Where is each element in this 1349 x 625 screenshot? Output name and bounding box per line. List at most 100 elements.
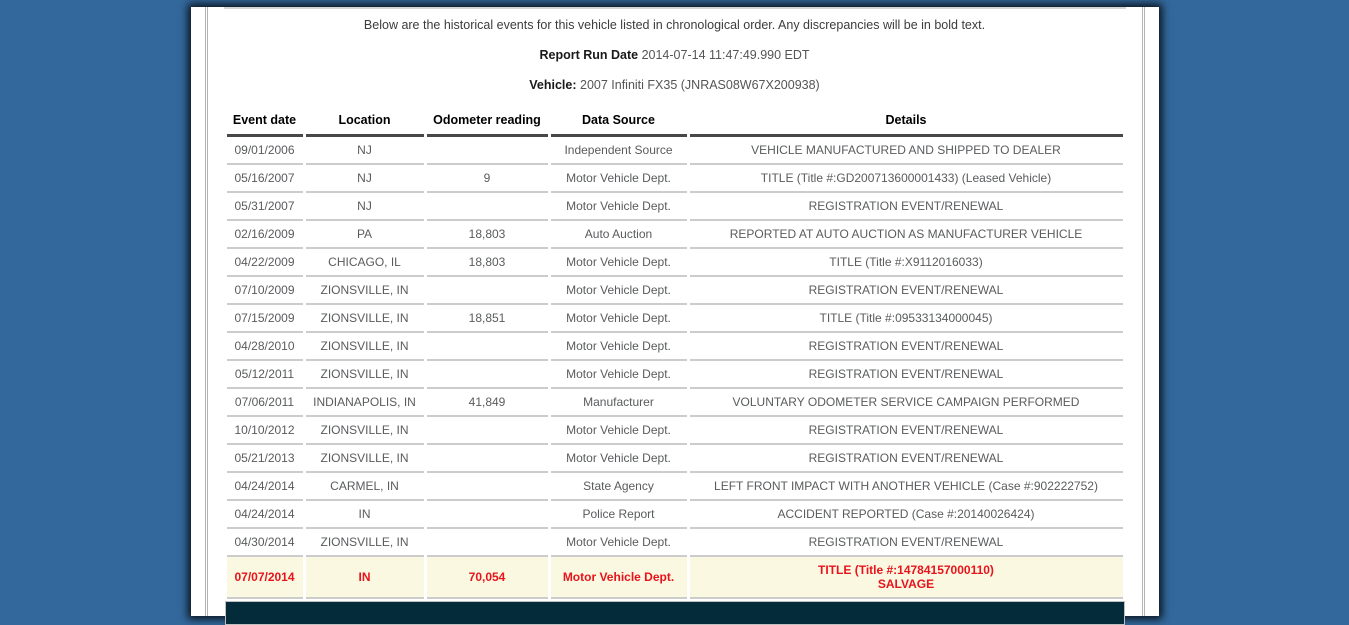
header-event-date: Event date — [226, 105, 303, 137]
history-table-body: 09/01/2006 NJ Independent Source VEHICLE MA… — [226, 137, 1123, 599]
location-cell: CARMEL, IN — [305, 473, 424, 501]
table-row: 04/28/2010 ZIONSVILLE, IN Motor Vehicle De… — [226, 333, 1123, 361]
header-location: Location — [305, 105, 424, 137]
data-source-cell: Manufacturer — [550, 389, 687, 417]
odometer-cell: 18,851 — [426, 305, 548, 333]
location-cell: ZIONSVILLE, IN — [305, 417, 424, 445]
table-row: 04/24/2014 CARMEL, IN State Agency LEFT FRO… — [226, 473, 1123, 501]
data-source-cell: Motor Vehicle Dept. — [550, 333, 687, 361]
details-cell: REPORTED AT AUTO AUCTION AS MANUFACTURER… — [689, 221, 1123, 249]
odometer-cell — [426, 501, 548, 529]
details-cell: VEHICLE MANUFACTURED AND SHIPPED TO DEAL… — [689, 137, 1123, 165]
event-date-cell: 07/15/2009 — [226, 305, 303, 333]
event-date-cell: 05/21/2013 — [226, 445, 303, 473]
data-source-cell: Motor Vehicle Dept. — [550, 193, 687, 221]
event-date-cell: 07/07/2014 — [226, 557, 303, 599]
table-row: 10/10/2012 ZIONSVILLE, IN Motor Vehicle De… — [226, 417, 1123, 445]
odometer-cell — [426, 277, 548, 305]
location-cell: ZIONSVILLE, IN — [305, 333, 424, 361]
details-cell: REGISTRATION EVENT/RENEWAL — [689, 361, 1123, 389]
content-panel: Below are the historical events for this… — [204, 7, 1145, 625]
details-cell: VOLUNTARY ODOMETER SERVICE CAMPAIGN PERF… — [689, 389, 1123, 417]
table-row: 05/21/2013 ZIONSVILLE, IN Motor Vehicle De… — [226, 445, 1123, 473]
top-divider — [223, 7, 1126, 9]
page-background: { "colors": { "page_background": "#33689… — [0, 7, 1349, 625]
details-cell: REGISTRATION EVENT/RENEWAL — [689, 445, 1123, 473]
header-data-source: Data Source — [550, 105, 687, 137]
data-source-cell: Motor Vehicle Dept. — [550, 361, 687, 389]
odometer-cell — [426, 137, 548, 165]
table-row: 04/24/2014 IN Police Report ACCIDENT REPORT… — [226, 501, 1123, 529]
table-row: 04/22/2009 CHICAGO, IL 18,803 Motor Vehicle… — [226, 249, 1123, 277]
location-cell: ZIONSVILLE, IN — [305, 277, 424, 305]
event-date-cell: 02/16/2009 — [226, 221, 303, 249]
data-source-cell: Motor Vehicle Dept. — [550, 305, 687, 333]
location-cell: ZIONSVILLE, IN — [305, 361, 424, 389]
report-page: Below are the historical events for this… — [190, 7, 1159, 625]
details-cell: TITLE (Title #:GD200713600001433) (Lease… — [689, 165, 1123, 193]
table-row: 07/06/2011 INDIANAPOLIS, IN 41,849 Manufact… — [226, 389, 1123, 417]
table-row: 07/07/2014 IN 70,054 Motor Vehicle Dept. TIT… — [226, 557, 1123, 599]
data-source-cell: Police Report — [550, 501, 687, 529]
event-date-cell: 04/24/2014 — [226, 501, 303, 529]
data-source-cell: State Agency — [550, 473, 687, 501]
location-cell: NJ — [305, 165, 424, 193]
details-cell: TITLE (Title #:09533134000045) — [689, 305, 1123, 333]
table-row: 07/15/2009 ZIONSVILLE, IN 18,851 Motor Vehi… — [226, 305, 1123, 333]
location-cell: INDIANAPOLIS, IN — [305, 389, 424, 417]
location-cell: CHICAGO, IL — [305, 249, 424, 277]
odometer-cell — [426, 529, 548, 557]
data-source-cell: Motor Vehicle Dept. — [550, 529, 687, 557]
data-source-cell: Motor Vehicle Dept. — [550, 277, 687, 305]
location-cell: NJ — [305, 137, 424, 165]
location-cell: ZIONSVILLE, IN — [305, 445, 424, 473]
table-row: 07/10/2009 ZIONSVILLE, IN Motor Vehicle De… — [226, 277, 1123, 305]
event-date-cell: 04/22/2009 — [226, 249, 303, 277]
odometer-cell: 18,803 — [426, 249, 548, 277]
details-cell: TITLE (Title #:X9112016033) — [689, 249, 1123, 277]
details-cell: REGISTRATION EVENT/RENEWAL — [689, 529, 1123, 557]
details-cell: ACCIDENT REPORTED (Case #:20140026424) — [689, 501, 1123, 529]
details-cell: REGISTRATION EVENT/RENEWAL — [689, 417, 1123, 445]
event-date-cell: 09/01/2006 — [226, 137, 303, 165]
odometer-cell — [426, 445, 548, 473]
event-date-cell: 07/10/2009 — [226, 277, 303, 305]
event-date-cell: 04/24/2014 — [226, 473, 303, 501]
table-row: 02/16/2009 PA 18,803 Auto Auction REPORTED A… — [226, 221, 1123, 249]
history-table: Event date Location Odometer reading Dat… — [224, 105, 1126, 599]
details-cell: REGISTRATION EVENT/RENEWAL — [689, 277, 1123, 305]
vehicle-value: 2007 Infiniti FX35 (JNRAS08W67X200938) — [580, 78, 820, 92]
data-source-cell: Motor Vehicle Dept. — [550, 165, 687, 193]
data-source-cell: Independent Source — [550, 137, 687, 165]
data-source-cell: Motor Vehicle Dept. — [550, 445, 687, 473]
vehicle-line: Vehicle: 2007 Infiniti FX35 (JNRAS08W67X… — [224, 78, 1126, 93]
odometer-cell — [426, 333, 548, 361]
location-cell: NJ — [305, 193, 424, 221]
data-source-cell: Motor Vehicle Dept. — [550, 249, 687, 277]
location-cell: PA — [305, 221, 424, 249]
location-cell: ZIONSVILLE, IN — [305, 305, 424, 333]
odometer-cell — [426, 193, 548, 221]
odometer-cell: 70,054 — [426, 557, 548, 599]
odometer-cell — [426, 417, 548, 445]
table-row: 04/30/2014 ZIONSVILLE, IN Motor Vehicle De… — [226, 529, 1123, 557]
event-date-cell: 05/16/2007 — [226, 165, 303, 193]
data-source-cell: Motor Vehicle Dept. — [550, 557, 687, 599]
table-row: 05/16/2007 NJ 9 Motor Vehicle Dept. TITLE (T… — [226, 165, 1123, 193]
header-details: Details — [689, 105, 1123, 137]
vehicle-label: Vehicle: — [529, 78, 577, 92]
event-date-cell: 05/31/2007 — [226, 193, 303, 221]
report-run-date-value: 2014-07-14 11:47:49.990 EDT — [641, 48, 810, 62]
odometer-cell: 41,849 — [426, 389, 548, 417]
table-row: 05/31/2007 NJ Motor Vehicle Dept. REGISTRAT… — [226, 193, 1123, 221]
details-cell: REGISTRATION EVENT/RENEWAL — [689, 333, 1123, 361]
table-row: 05/12/2011 ZIONSVILLE, IN Motor Vehicle De… — [226, 361, 1123, 389]
location-cell: IN — [305, 501, 424, 529]
header-odometer-reading: Odometer reading — [426, 105, 548, 137]
odometer-cell: 9 — [426, 165, 548, 193]
event-date-cell: 04/30/2014 — [226, 529, 303, 557]
data-source-cell: Motor Vehicle Dept. — [550, 417, 687, 445]
next-section-bar — [224, 601, 1125, 625]
table-row: 09/01/2006 NJ Independent Source VEHICLE MA… — [226, 137, 1123, 165]
table-header: Event date Location Odometer reading Dat… — [226, 105, 1123, 137]
